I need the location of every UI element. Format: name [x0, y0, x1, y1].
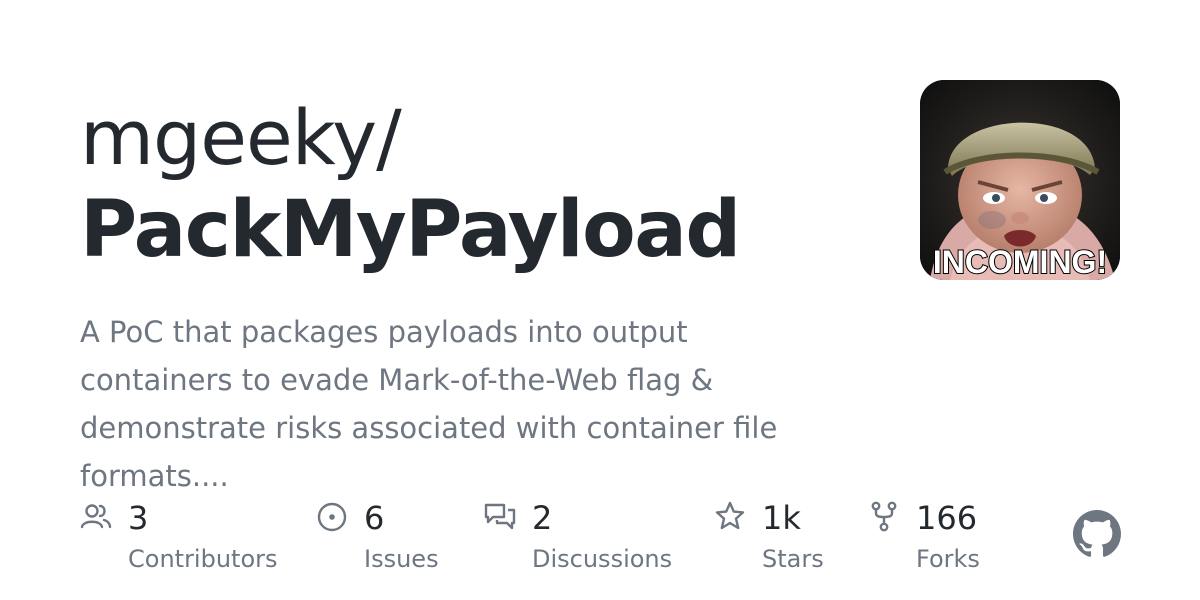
avatar-image: INCOMING!	[920, 80, 1120, 280]
contributors-label: Contributors	[128, 545, 278, 573]
discussions-count: 2	[532, 499, 553, 537]
issue-icon	[317, 502, 347, 532]
issues-count: 6	[364, 499, 385, 537]
repo-description: A PoC that packages payloads into output…	[80, 315, 778, 493]
forks-label: Forks	[916, 545, 980, 573]
fork-icon	[871, 501, 897, 532]
discussion-icon	[484, 503, 516, 530]
repo-name[interactable]: PackMyPayload	[80, 184, 741, 276]
repo-owner[interactable]: mgeeky/	[80, 92, 402, 184]
issues-label: Issues	[364, 545, 439, 573]
github-icon[interactable]	[1073, 510, 1121, 558]
avatar-caption: INCOMING!	[933, 244, 1107, 280]
forks-count: 166	[916, 499, 978, 537]
stars-count: 1k	[762, 499, 801, 537]
contributors-count: 3	[128, 499, 149, 537]
star-icon	[715, 501, 745, 530]
people-icon	[80, 504, 112, 529]
discussions-label: Discussions	[532, 545, 673, 573]
repo-avatar: INCOMING!	[920, 80, 1120, 280]
stars-label: Stars	[762, 545, 824, 573]
